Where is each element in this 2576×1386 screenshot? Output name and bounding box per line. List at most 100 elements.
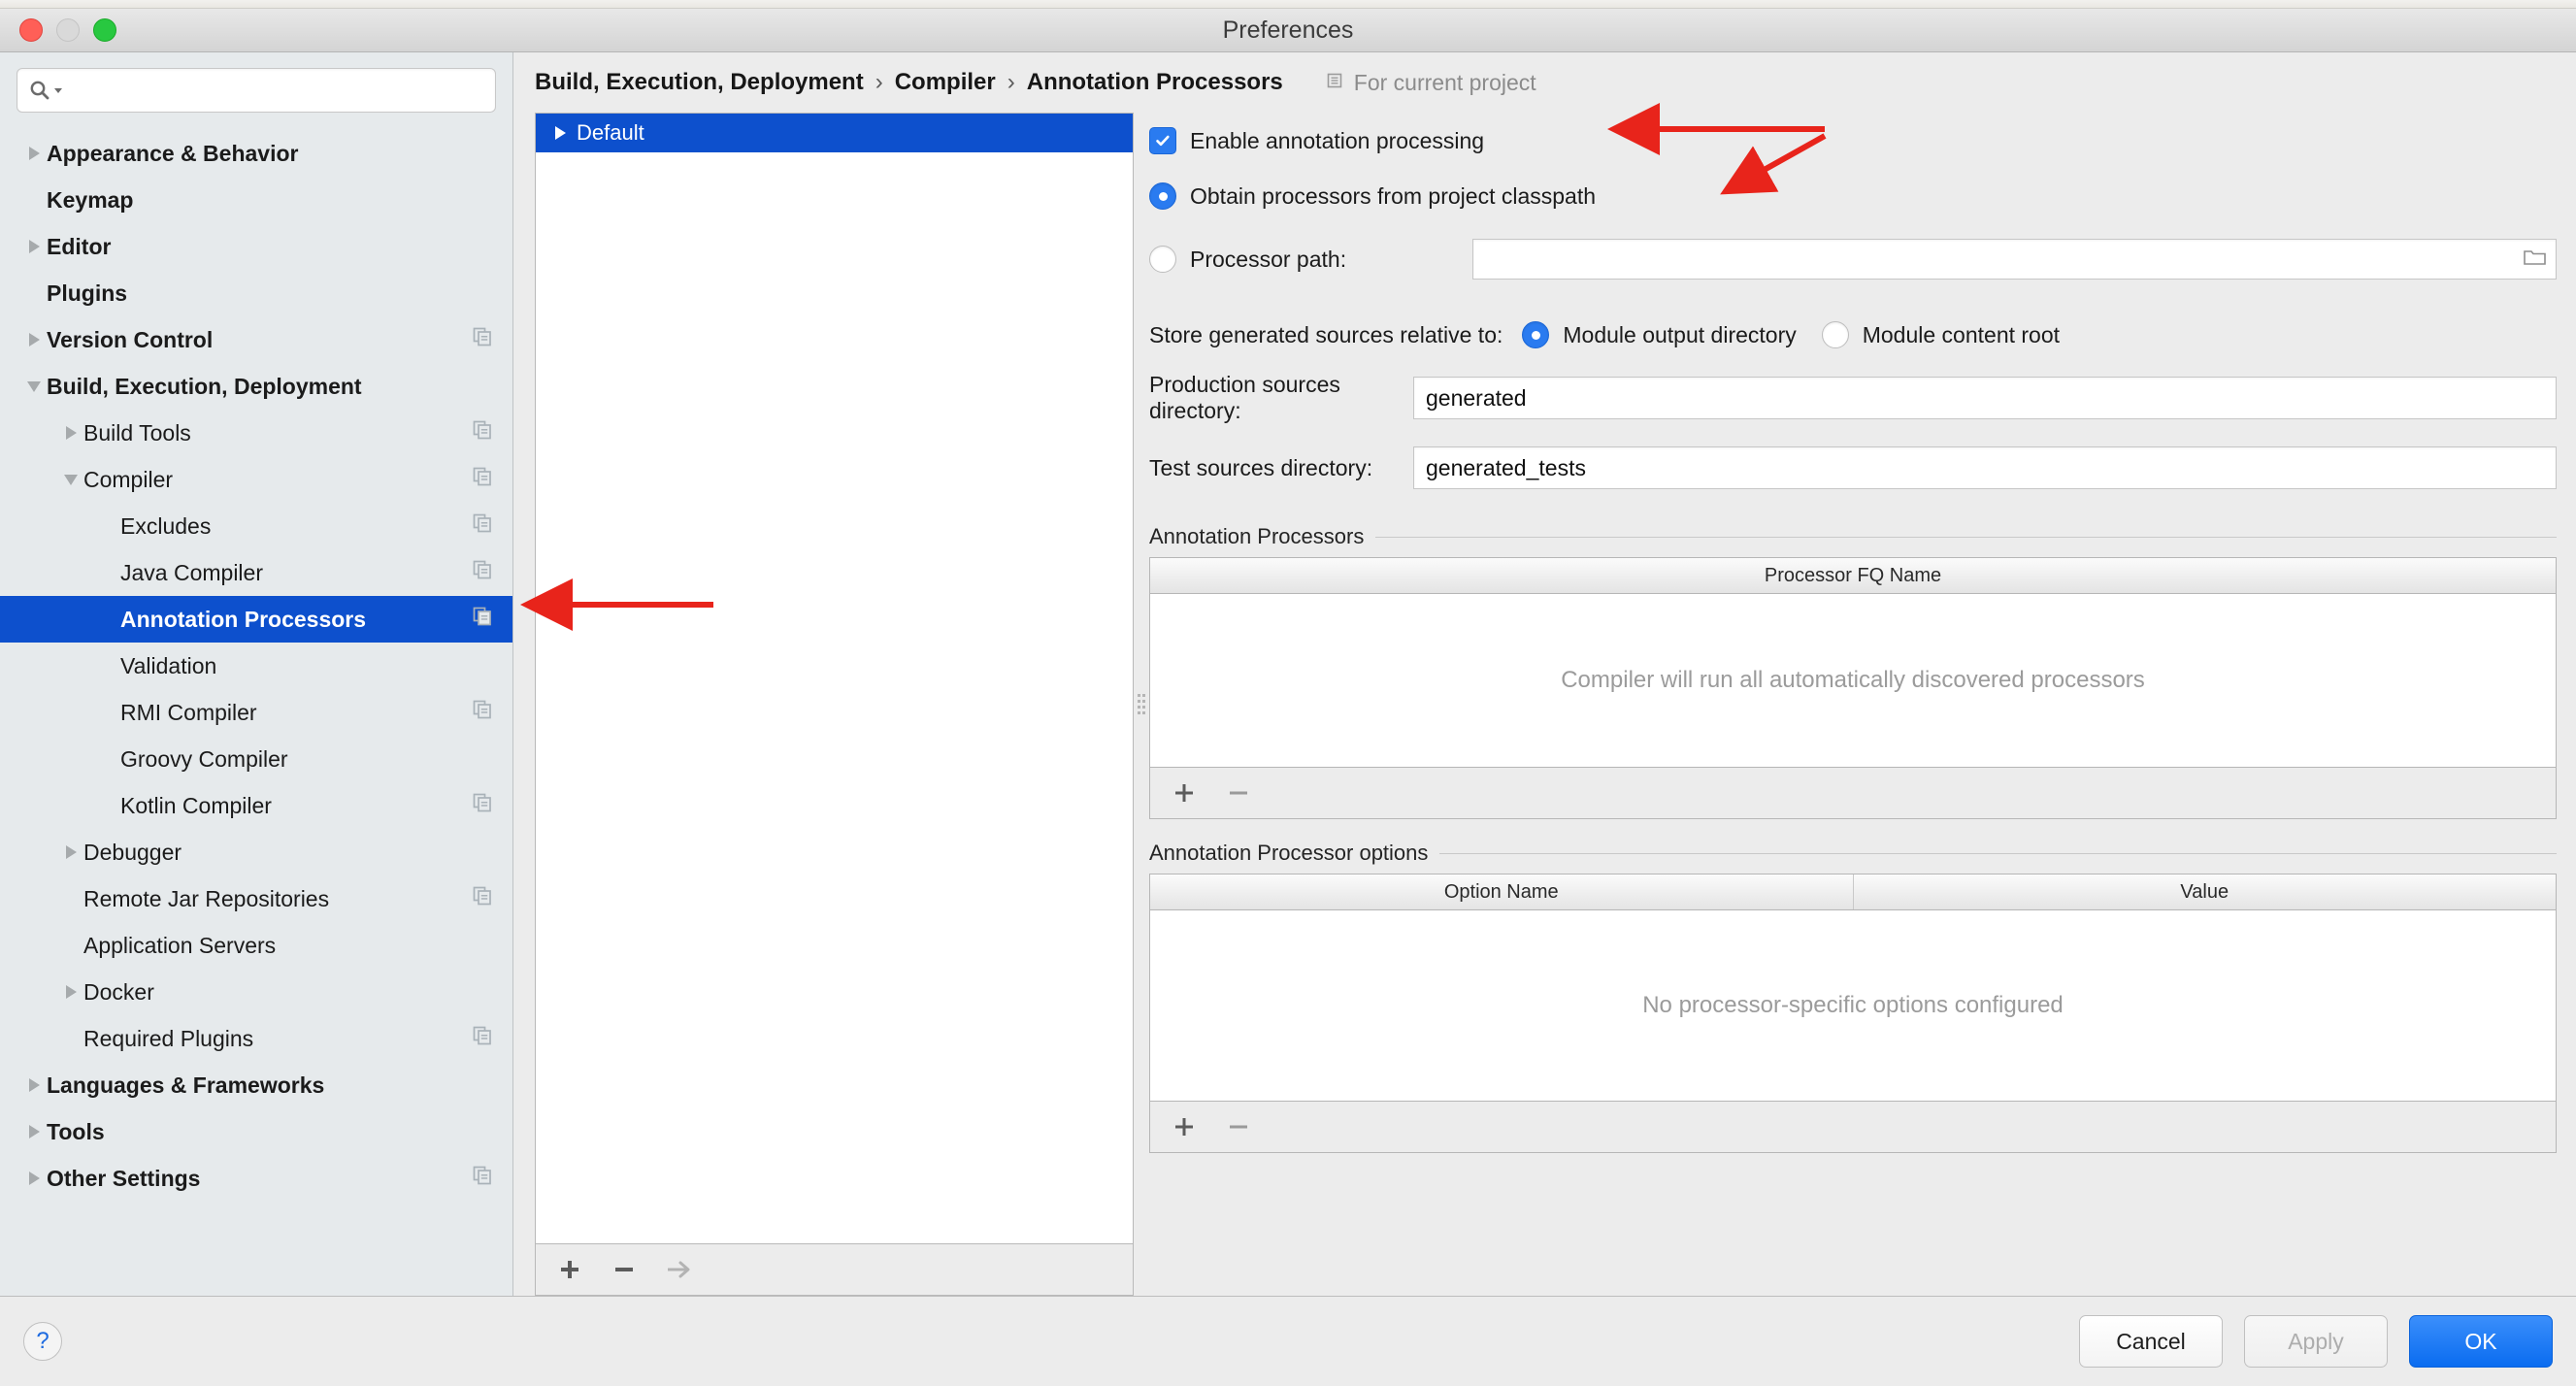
profile-row[interactable]: Default: [536, 114, 1133, 152]
sidebar-item-annotation-processors[interactable]: Annotation Processors: [0, 596, 512, 643]
tree-twisty-spacer: [95, 596, 120, 643]
annotation-processor-options-table-header: Option Name Value: [1150, 874, 2556, 910]
sidebar-item-tools[interactable]: Tools: [0, 1108, 512, 1155]
column-header-value[interactable]: Value: [1854, 874, 2557, 909]
sidebar-item-excludes[interactable]: Excludes: [0, 503, 512, 549]
sidebar-item-java-compiler[interactable]: Java Compiler: [0, 549, 512, 596]
sidebar-item-build-execution-deployment[interactable]: Build, Execution, Deployment: [0, 363, 512, 410]
dialog-footer: ? Cancel Apply OK: [0, 1296, 2576, 1386]
module-content-root-radio[interactable]: [1821, 321, 1849, 348]
chevron-right-icon[interactable]: [58, 969, 83, 1015]
store-option-module-output[interactable]: Module output directory: [1522, 321, 1797, 348]
annotation-processor-options-table-body[interactable]: No processor-specific options configured: [1150, 910, 2556, 1101]
sidebar-item-validation[interactable]: Validation: [0, 643, 512, 689]
sidebar-item-editor[interactable]: Editor: [0, 223, 512, 270]
breadcrumb-part-2[interactable]: Compiler: [895, 69, 996, 96]
store-option-module-content-root[interactable]: Module content root: [1821, 321, 2060, 348]
sidebar-item-remote-jar-repositories[interactable]: Remote Jar Repositories: [0, 875, 512, 922]
sidebar-item-build-tools[interactable]: Build Tools: [0, 410, 512, 456]
add-profile-button[interactable]: [555, 1255, 584, 1284]
add-option-button[interactable]: [1170, 1112, 1199, 1141]
group-divider: [1439, 852, 2557, 854]
chevron-right-icon[interactable]: [58, 410, 83, 456]
chevron-right-icon[interactable]: [21, 130, 47, 177]
annotation-processors-table-toolbar: [1149, 768, 2557, 819]
tree-twisty-spacer: [58, 922, 83, 969]
sidebar-item-keymap[interactable]: Keymap: [0, 177, 512, 223]
enable-annotation-processing-label: Enable annotation processing: [1190, 127, 1485, 153]
annotation-processors-table: Processor FQ Name Compiler will run all …: [1149, 557, 2557, 768]
production-sources-label: Production sources directory:: [1149, 372, 1340, 423]
sidebar-item-compiler[interactable]: Compiler: [0, 456, 512, 503]
apply-button[interactable]: Apply: [2244, 1315, 2388, 1368]
chevron-right-icon[interactable]: [21, 1108, 47, 1155]
test-sources-input[interactable]: generated_tests: [1413, 446, 2557, 489]
production-sources-input[interactable]: generated: [1413, 377, 2557, 419]
sidebar-item-label: Build Tools: [83, 419, 191, 446]
sidebar-item-label: Tools: [47, 1118, 105, 1144]
annotation-processors-group-label: Annotation Processors: [1149, 524, 1365, 548]
sidebar-item-plugins[interactable]: Plugins: [0, 270, 512, 316]
processor-path-field[interactable]: [1472, 239, 2557, 280]
module-output-directory-label: Module output directory: [1563, 321, 1797, 347]
sidebar-item-version-control[interactable]: Version Control: [0, 316, 512, 363]
sidebar-item-languages-frameworks[interactable]: Languages & Frameworks: [0, 1062, 512, 1108]
chevron-right-icon[interactable]: [21, 316, 47, 363]
copy-settings-icon: [472, 419, 493, 446]
sidebar-item-kotlin-compiler[interactable]: Kotlin Compiler: [0, 782, 512, 829]
ok-button[interactable]: OK: [2409, 1315, 2553, 1368]
chevron-down-icon[interactable]: [21, 363, 47, 410]
help-button[interactable]: ?: [23, 1322, 62, 1361]
processor-path-row[interactable]: Processor path:: [1149, 231, 2557, 287]
copy-settings-icon: [472, 885, 493, 912]
profiles-list[interactable]: Default: [535, 113, 1134, 1243]
chevron-right-icon[interactable]: [547, 110, 573, 156]
chevron-right-icon[interactable]: [21, 1062, 47, 1108]
sidebar-item-docker[interactable]: Docker: [0, 969, 512, 1015]
search-icon: [29, 80, 50, 101]
enable-annotation-processing-row[interactable]: Enable annotation processing: [1149, 118, 2557, 163]
chevron-right-icon[interactable]: [21, 223, 47, 270]
folder-icon[interactable]: [2523, 247, 2548, 273]
sidebar-item-rmi-compiler[interactable]: RMI Compiler: [0, 689, 512, 736]
obtain-from-classpath-radio[interactable]: [1149, 182, 1176, 210]
enable-annotation-processing-checkbox[interactable]: [1149, 127, 1176, 154]
column-header-option-name[interactable]: Option Name: [1150, 874, 1854, 909]
sidebar-item-label: Appearance & Behavior: [47, 140, 299, 166]
search-box[interactable]: [17, 68, 496, 113]
sidebar-item-label: Version Control: [47, 326, 214, 352]
sidebar-item-appearance-behavior[interactable]: Appearance & Behavior: [0, 130, 512, 177]
sidebar-item-groovy-compiler[interactable]: Groovy Compiler: [0, 736, 512, 782]
module-output-directory-radio[interactable]: [1522, 321, 1550, 348]
sidebar-item-label: Languages & Frameworks: [47, 1072, 325, 1098]
breadcrumb-part-1[interactable]: Build, Execution, Deployment: [535, 69, 864, 96]
remove-processor-button[interactable]: [1224, 778, 1253, 808]
annotation-processors-table-body[interactable]: Compiler will run all automatically disc…: [1150, 594, 2556, 767]
chevron-down-icon[interactable]: [58, 456, 83, 503]
obtain-from-classpath-row[interactable]: Obtain processors from project classpath: [1149, 175, 2557, 217]
move-profile-button[interactable]: [664, 1255, 693, 1284]
settings-tree[interactable]: Appearance & Behavior Keymap Editor Plugins…: [0, 122, 512, 1296]
sidebar-item-label: Kotlin Compiler: [120, 792, 272, 818]
panel-splitter[interactable]: [1134, 113, 1149, 1296]
search-wrapper: [0, 52, 512, 122]
add-processor-button[interactable]: [1170, 778, 1199, 808]
chevron-right-icon[interactable]: [21, 1155, 47, 1202]
search-input[interactable]: [68, 78, 483, 103]
copy-settings-icon: [472, 699, 493, 726]
zoom-button[interactable]: [93, 18, 116, 42]
sidebar-item-required-plugins[interactable]: Required Plugins: [0, 1015, 512, 1062]
close-button[interactable]: [19, 18, 43, 42]
remove-profile-button[interactable]: [610, 1255, 639, 1284]
chevron-right-icon[interactable]: [58, 829, 83, 875]
column-header-processor-fq-name[interactable]: Processor FQ Name: [1150, 558, 2556, 593]
search-dropdown-icon[interactable]: [52, 84, 64, 96]
minimize-button[interactable]: [56, 18, 80, 42]
processor-path-radio[interactable]: [1149, 246, 1176, 273]
sidebar-item-other-settings[interactable]: Other Settings: [0, 1155, 512, 1202]
cancel-button[interactable]: Cancel: [2079, 1315, 2223, 1368]
remove-option-button[interactable]: [1224, 1112, 1253, 1141]
window-controls[interactable]: [19, 18, 116, 42]
sidebar-item-debugger[interactable]: Debugger: [0, 829, 512, 875]
sidebar-item-application-servers[interactable]: Application Servers: [0, 922, 512, 969]
